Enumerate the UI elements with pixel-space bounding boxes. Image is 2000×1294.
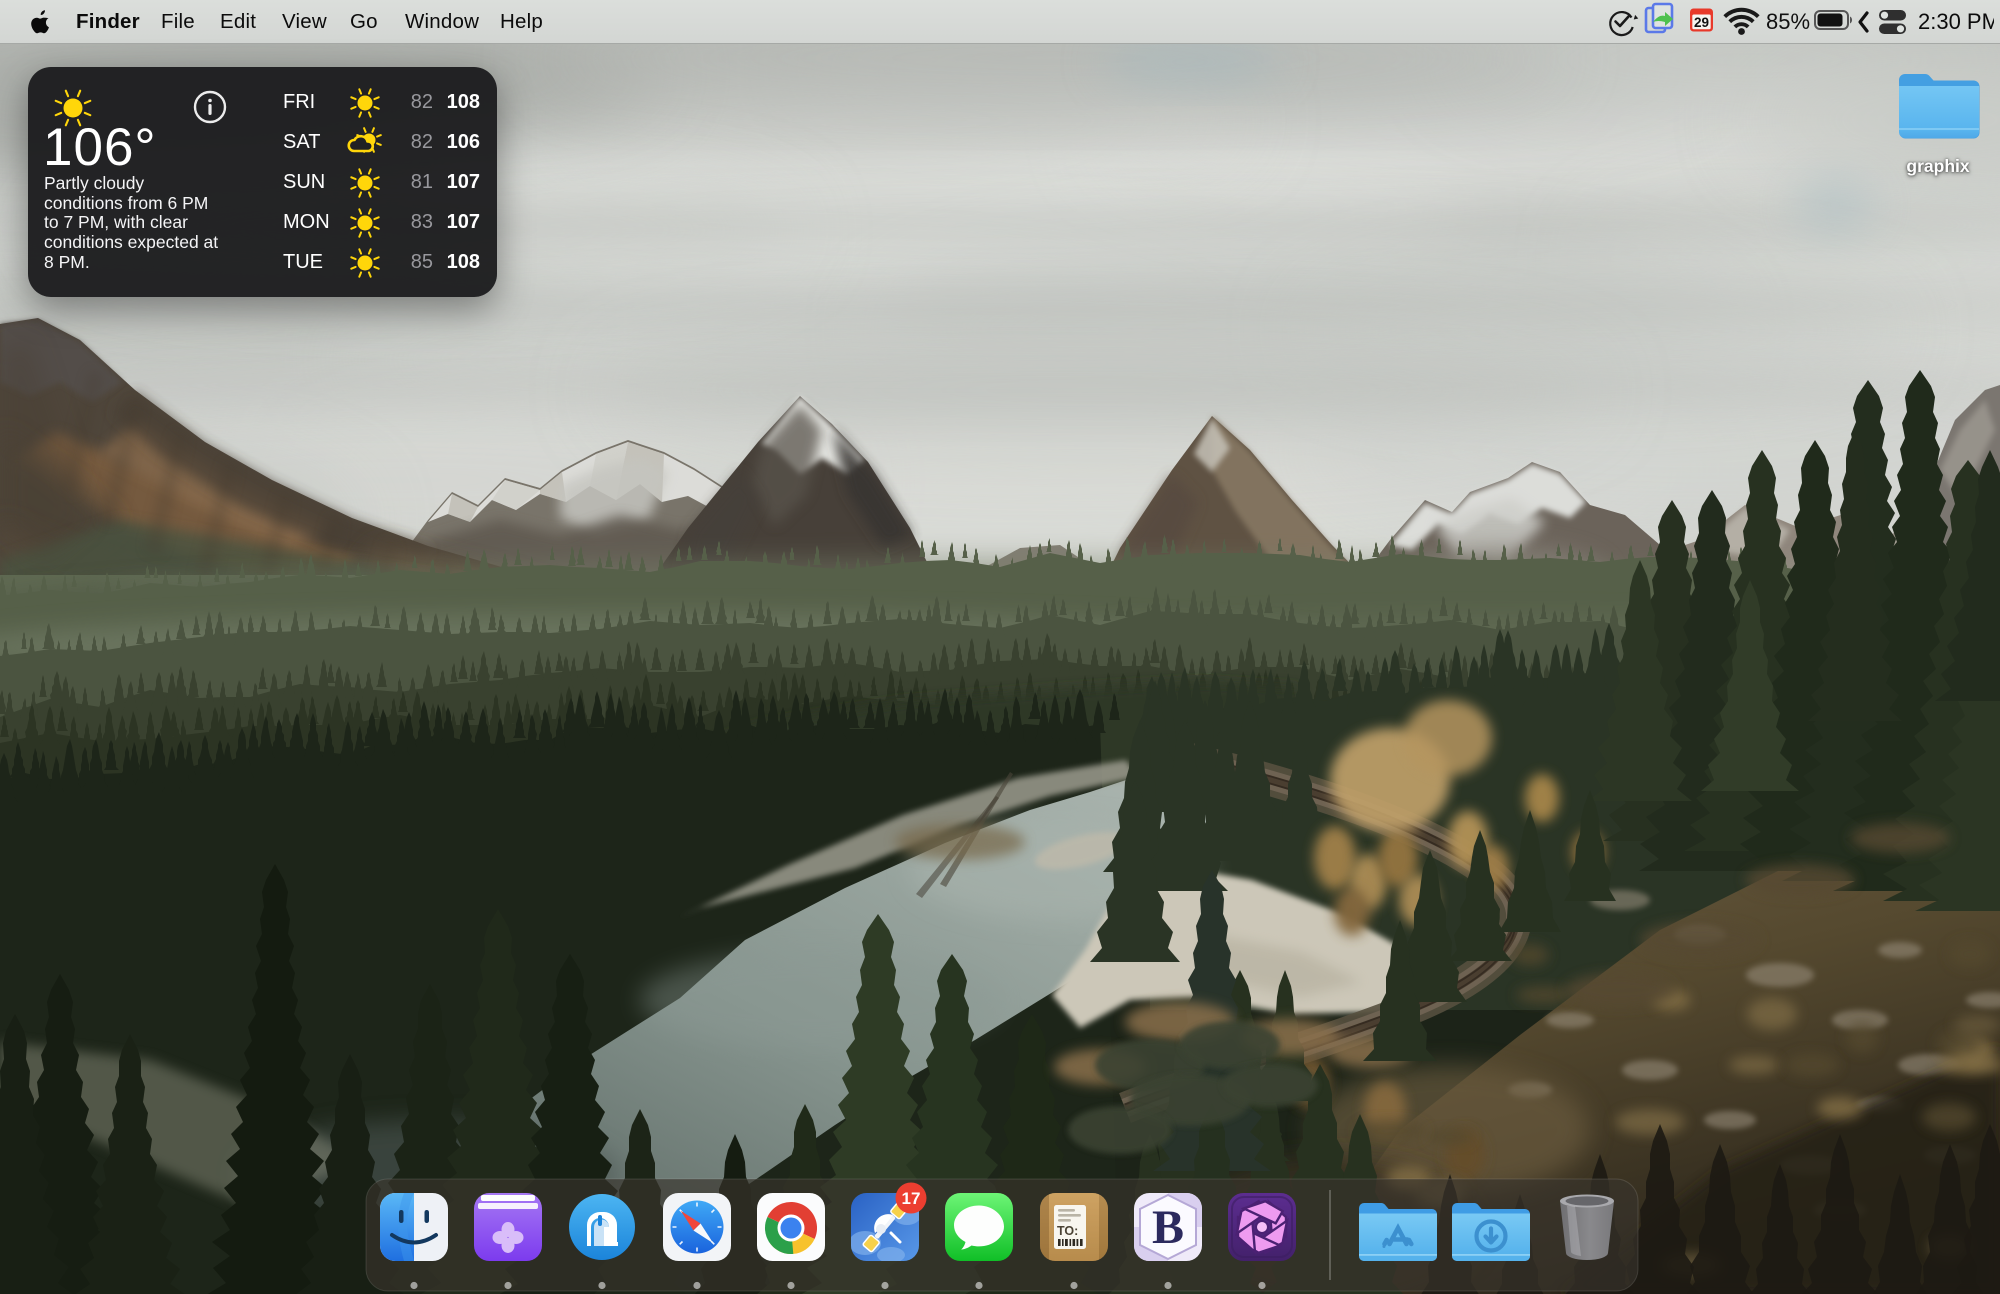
svg-text:29: 29	[1694, 15, 1709, 30]
svg-text:85%: 85%	[1766, 9, 1810, 34]
svg-text:B: B	[1152, 1201, 1184, 1254]
svg-text:TO:: TO:	[1057, 1224, 1078, 1238]
svg-text:2:30 PM: 2:30 PM	[1918, 9, 1994, 34]
svg-text:17: 17	[902, 1189, 921, 1208]
